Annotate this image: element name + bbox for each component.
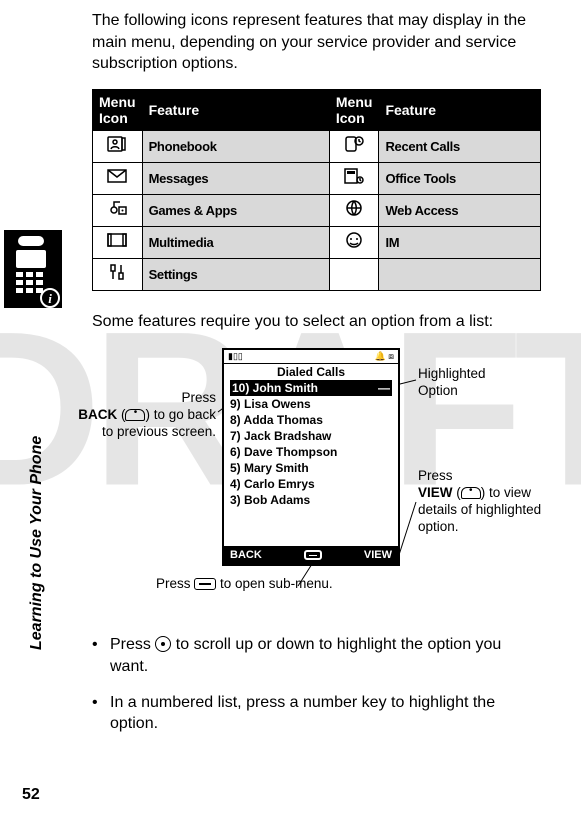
settings-icon (93, 258, 143, 290)
feature-cell: Phonebook (142, 130, 329, 162)
softkey-bar: BACK VIEW (224, 546, 398, 564)
list-item[interactable]: 9) Lisa Owens (230, 396, 392, 412)
feature-cell: Web Access (379, 194, 541, 226)
softkey-view-label[interactable]: VIEW (364, 549, 392, 561)
signal-icon: ▮▯▯ (228, 351, 243, 362)
phonebook-icon (93, 130, 143, 162)
list-item[interactable]: 5) Mary Smith (230, 460, 392, 476)
phone-screen-diagram: ▮▯▯ 🔔 ⧈ Dialed Calls 10) John Smith—9) L… (92, 342, 541, 632)
im-icon (329, 226, 379, 258)
list-item[interactable]: 3) Bob Adams (230, 492, 392, 508)
menu-icon-table: Menu Icon Feature Menu Icon Feature Phon… (92, 89, 541, 291)
mid-paragraph: Some features require you to select an o… (92, 311, 541, 333)
callout-submenu: Press to open sub-menu. (156, 576, 436, 593)
nav-key-icon (155, 636, 171, 652)
games-icon (93, 194, 143, 226)
bullet-item: •In a numbered list, press a number key … (92, 692, 541, 735)
th-feature-1: Feature (142, 89, 329, 130)
status-bar: ▮▯▯ 🔔 ⧈ (224, 350, 398, 364)
softkey-back-label[interactable]: BACK (230, 549, 262, 561)
phone-screen: ▮▯▯ 🔔 ⧈ Dialed Calls 10) John Smith—9) L… (222, 348, 400, 566)
highlight-marker-icon: — (378, 380, 390, 396)
menu-key-icon[interactable] (304, 550, 322, 560)
page-number: 52 (22, 786, 40, 804)
feature-cell (379, 258, 541, 290)
feature-cell: Messages (142, 162, 329, 194)
callout-view: Press VIEW () to view details of highlig… (418, 468, 550, 536)
table-row: Settings (93, 258, 541, 290)
feature-cell: IM (379, 226, 541, 258)
screen-title: Dialed Calls (224, 364, 398, 380)
list-item[interactable]: 10) John Smith— (230, 380, 392, 396)
battery-icon: 🔔 ⧈ (375, 351, 394, 362)
feature-cell: Multimedia (142, 226, 329, 258)
list-item[interactable]: 6) Dave Thompson (230, 444, 392, 460)
instruction-bullets: •Press to scroll up or down to highlight… (92, 634, 541, 734)
messages-icon (93, 162, 143, 194)
multimedia-icon (93, 226, 143, 258)
right-softkey-icon (461, 487, 481, 499)
recent-calls-icon (329, 130, 379, 162)
feature-cell: Settings (142, 258, 329, 290)
table-row: Messages Office Tools (93, 162, 541, 194)
list-item[interactable]: 4) Carlo Emrys (230, 476, 392, 492)
feature-cell: Office Tools (379, 162, 541, 194)
table-row: Multimedia IM (93, 226, 541, 258)
list-item[interactable]: 8) Adda Thomas (230, 412, 392, 428)
empty-cell (329, 258, 379, 290)
left-softkey-icon (125, 409, 145, 421)
bullet-item: •Press to scroll up or down to highlight… (92, 634, 541, 677)
th-feature-2: Feature (379, 89, 541, 130)
th-menu-icon-2: Menu Icon (329, 89, 379, 130)
th-menu-icon-1: Menu Icon (93, 89, 143, 130)
call-list: 10) John Smith—9) Lisa Owens8) Adda Thom… (224, 380, 398, 508)
office-tools-icon (329, 162, 379, 194)
intro-paragraph: The following icons represent features t… (92, 10, 541, 75)
table-row: Games & Apps Web Access (93, 194, 541, 226)
web-access-icon (329, 194, 379, 226)
table-row: Phonebook Recent Calls (93, 130, 541, 162)
menu-key-glyph (194, 578, 216, 590)
feature-cell: Recent Calls (379, 130, 541, 162)
callout-back: Press BACK () to go back to previous scr… (64, 390, 216, 441)
callout-highlighted: HighlightedOption (418, 366, 538, 400)
list-item[interactable]: 7) Jack Bradshaw (230, 428, 392, 444)
feature-cell: Games & Apps (142, 194, 329, 226)
